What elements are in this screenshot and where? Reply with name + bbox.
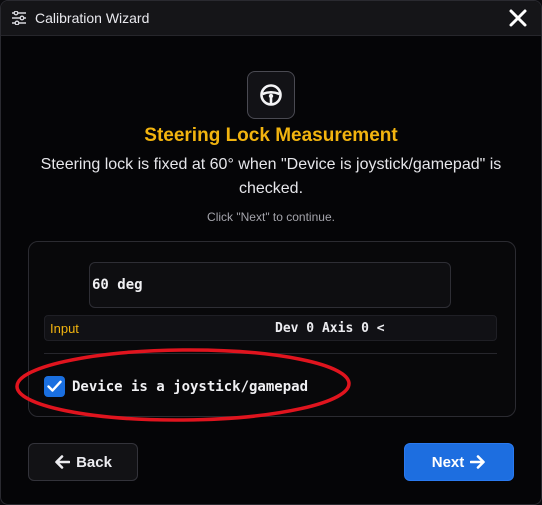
checkbox-label[interactable]: Device is a joystick/gamepad <box>72 379 308 395</box>
back-button-label: Back <box>76 453 112 471</box>
step-description: Steering lock is fixed at 60° when "Devi… <box>40 156 502 197</box>
input-mapping-row: Input Dev 0 Axis 0 < <box>44 315 497 341</box>
arrow-left-icon <box>55 455 71 469</box>
next-button-label: Next <box>431 453 465 471</box>
steering-wheel-icon <box>247 71 295 119</box>
steering-lock-value: 60 deg <box>92 277 143 293</box>
close-icon[interactable] <box>507 7 529 29</box>
calibration-wizard-window: Calibration Wizard Steering Lock Measure… <box>0 0 542 505</box>
input-axis-value: Dev 0 Axis 0 < <box>275 321 385 336</box>
back-button[interactable]: Back <box>28 443 138 481</box>
panel-divider <box>44 353 497 354</box>
input-label: Input <box>50 321 79 336</box>
arrow-right-icon <box>470 455 486 469</box>
title-bar: Calibration Wizard <box>1 1 541 36</box>
steering-lock-value-field: 60 deg <box>89 262 451 308</box>
next-button[interactable]: Next <box>404 443 514 481</box>
step-hint: Click "Next" to continue. <box>207 210 335 224</box>
sliders-icon <box>11 10 27 26</box>
window-title: Calibration Wizard <box>35 10 150 26</box>
checkbox-checked-icon[interactable] <box>44 376 65 397</box>
step-heading: Steering Lock Measurement <box>144 125 398 146</box>
